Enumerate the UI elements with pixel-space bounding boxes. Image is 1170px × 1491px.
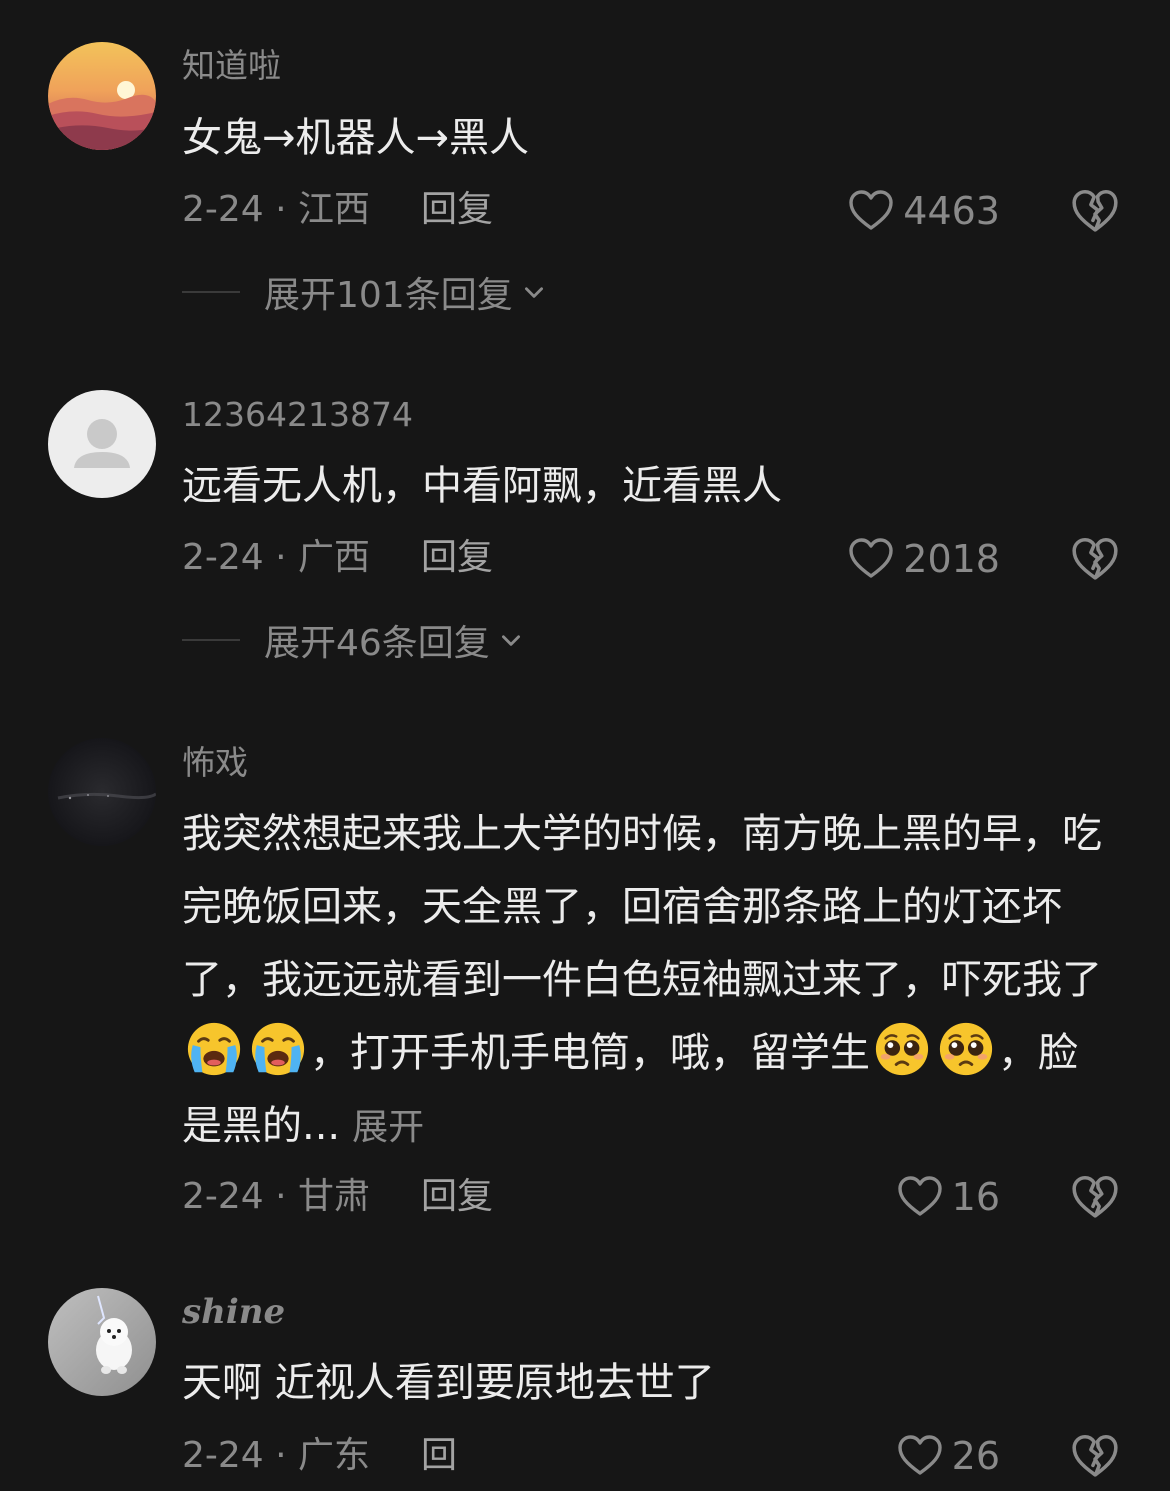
- expand-replies-label: 展开46条回复: [264, 623, 490, 664]
- loudly-crying-face-emoji: [185, 1020, 243, 1078]
- comment-text-part: 我突然想起来我上大学的时候，南方晚上黑的早，吃完晚饭回来，天全黑了，回宿舍那条路…: [182, 811, 1102, 1003]
- divider: [182, 639, 240, 641]
- night-sky-avatar[interactable]: [48, 738, 156, 846]
- like-button[interactable]: 16: [896, 1172, 1000, 1222]
- heart-icon: [847, 535, 895, 583]
- chevron-down-icon: [521, 279, 547, 305]
- pleading-face-emoji: [873, 1020, 931, 1078]
- reply-button[interactable]: 回复: [421, 536, 493, 580]
- date-location: 2-24 · 广东: [182, 1435, 371, 1476]
- reply-button[interactable]: 回: [421, 1434, 457, 1478]
- sunset-avatar[interactable]: [48, 42, 156, 150]
- loudly-crying-face-emoji: [249, 1020, 307, 1078]
- comment-list: 知道啦 女鬼→机器人→黑人 2-24 · 江西 回复 4463 展开101条回复…: [0, 0, 1170, 1491]
- heart-icon: [896, 1432, 944, 1480]
- date-location: 2-24 · 江西: [182, 189, 371, 230]
- comment-text-part: ，打开手机手电筒，哦，留学生: [310, 1030, 870, 1076]
- chevron-down-icon: [498, 627, 524, 653]
- like-button[interactable]: 4463: [847, 186, 1000, 236]
- like-button[interactable]: 26: [896, 1431, 1000, 1481]
- heart-icon: [847, 187, 895, 235]
- expand-replies-button[interactable]: 展开46条回复: [182, 618, 524, 664]
- default-person-avatar[interactable]: [48, 390, 156, 498]
- comment-text: 我突然想起来我上大学的时候，南方晚上黑的早，吃完晚饭回来，天全黑了，回宿舍那条路…: [182, 798, 1112, 1164]
- like-count: 26: [951, 1434, 1000, 1478]
- white-dog-avatar[interactable]: [48, 1288, 156, 1396]
- heart-icon: [896, 1173, 944, 1221]
- date-location: 2-24 · 甘肃: [182, 1176, 371, 1217]
- expand-replies-button[interactable]: 展开101条回复: [182, 270, 547, 316]
- comment-text: 天啊 近视人看到要原地去世了: [182, 1360, 715, 1406]
- username[interactable]: 12364213874: [182, 395, 413, 435]
- date-location: 2-24 · 广西: [182, 537, 371, 578]
- like-count: 4463: [903, 189, 1000, 233]
- broken-heart-icon[interactable]: [1070, 186, 1120, 236]
- like-count: 16: [951, 1175, 1000, 1219]
- like-count: 2018: [903, 537, 1000, 581]
- broken-heart-icon[interactable]: [1070, 534, 1120, 584]
- reply-button[interactable]: 回复: [421, 1175, 493, 1219]
- comment-text: 远看无人机，中看阿飘，近看黑人: [182, 463, 782, 509]
- username[interactable]: 知道啦: [182, 46, 281, 86]
- expand-replies-label: 展开101条回复: [264, 275, 513, 316]
- reply-button[interactable]: 回复: [421, 188, 493, 232]
- username[interactable]: shine: [182, 1292, 285, 1332]
- divider: [182, 291, 240, 293]
- username[interactable]: 怖戏: [182, 743, 248, 783]
- broken-heart-icon[interactable]: [1070, 1172, 1120, 1222]
- comment-text: 女鬼→机器人→黑人: [182, 115, 530, 161]
- expand-text-button[interactable]: 展开: [352, 1107, 424, 1148]
- broken-heart-icon[interactable]: [1070, 1431, 1120, 1481]
- like-button[interactable]: 2018: [847, 534, 1000, 584]
- pleading-face-emoji: [937, 1020, 995, 1078]
